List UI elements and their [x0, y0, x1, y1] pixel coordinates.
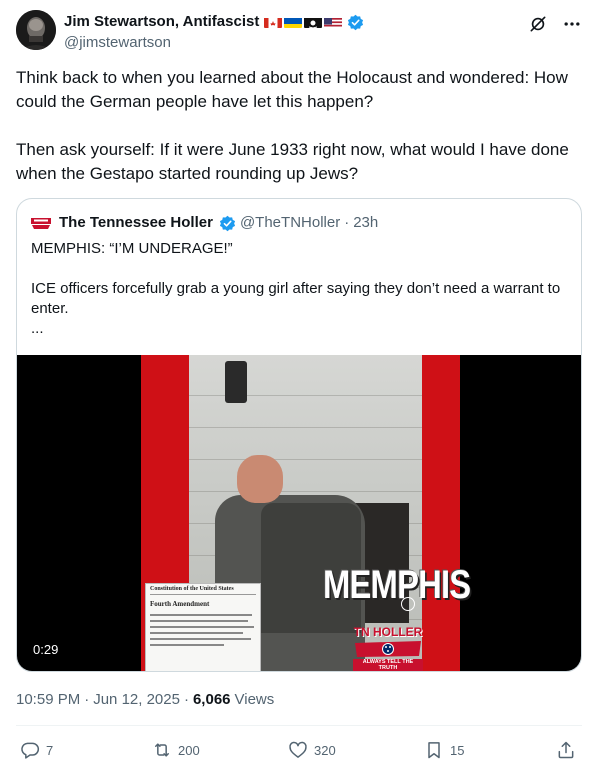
- quoted-author-handle[interactable]: @TheTNHoller: [240, 213, 340, 233]
- divider: [16, 725, 582, 726]
- pirate-flag-icon: [304, 16, 323, 28]
- quoted-body: MEMPHIS: “I’M UNDERAGE!” ICE officers fo…: [31, 239, 571, 339]
- video-player[interactable]: Constitution of the United States Fourth…: [17, 355, 581, 671]
- porch-lamp: [225, 361, 247, 403]
- location-marker-icon: [401, 597, 415, 611]
- heart-icon: [289, 741, 307, 758]
- canada-flag-icon: [264, 16, 283, 28]
- watermark-tagline: ALWAYS TELL THE TRUTH: [353, 659, 423, 671]
- tennessee-holler-avatar[interactable]: [31, 213, 51, 233]
- bookmark-button[interactable]: 15: [424, 740, 464, 760]
- reply-count: 7: [46, 742, 54, 758]
- views-count: 6,066: [192, 691, 231, 708]
- separator-dot: ·: [344, 214, 350, 231]
- quoted-author-name[interactable]: The Tennessee Holler: [59, 213, 213, 233]
- tweet-paragraph: Then ask yourself: If it were June 1933 …: [16, 140, 569, 183]
- constitution-overlay: Constitution of the United States Fourth…: [145, 583, 261, 671]
- tweet-header: Jim Stewartson, Antifascist @jimstewarts…: [16, 10, 582, 56]
- tweet-meta: 10:59 PM · Jun 12, 2025 · 6,066 Views: [16, 690, 274, 710]
- tweet-paragraph: Think back to when you learned about the…: [16, 68, 568, 111]
- watermark-text: TN HOLLER: [353, 625, 423, 639]
- quoted-ellipsis: ...: [31, 320, 44, 337]
- repost-button[interactable]: 200: [152, 740, 200, 760]
- separator-dot: ·: [183, 691, 189, 708]
- usa-flag-icon: [324, 16, 343, 28]
- tweet-date[interactable]: Jun 12, 2025: [93, 690, 180, 710]
- like-button[interactable]: 320: [288, 740, 336, 760]
- separator-dot: ·: [84, 691, 90, 708]
- reply-icon: [21, 742, 40, 759]
- video-red-border-right: [422, 355, 460, 671]
- share-icon: [558, 741, 574, 759]
- action-bar: 7 200 320 15: [16, 740, 582, 764]
- more-options-icon[interactable]: [562, 14, 582, 34]
- repost-count: 200: [178, 742, 200, 758]
- tn-holler-watermark: TN HOLLER ALWAYS TELL THE TRUTH: [353, 625, 423, 671]
- author-display-name[interactable]: Jim Stewartson, Antifascist: [64, 12, 259, 32]
- bookmark-icon: [428, 742, 440, 759]
- video-duration: 0:29: [33, 642, 59, 657]
- constitution-title: Constitution of the United States: [150, 586, 256, 595]
- tweet-body: Think back to when you learned about the…: [16, 66, 582, 186]
- views-label: Views: [234, 691, 275, 708]
- quoted-line: MEMPHIS: “I’M UNDERAGE!”: [31, 240, 233, 257]
- quoted-tweet[interactable]: The Tennessee Holler @TheTNHoller · 23h …: [16, 198, 582, 672]
- ukraine-flag-icon: [284, 16, 303, 28]
- share-button[interactable]: [556, 740, 576, 760]
- author-handle[interactable]: @jimstewartson: [64, 33, 364, 53]
- tweet-time[interactable]: 10:59 PM: [16, 690, 80, 710]
- amendment-heading: Fourth Amendment: [150, 600, 210, 608]
- like-count: 320: [314, 742, 336, 758]
- quoted-line: ICE officers forcefully grab a young gir…: [31, 280, 561, 317]
- grok-icon[interactable]: [528, 14, 548, 34]
- bookmark-count: 15: [450, 742, 465, 758]
- tennessee-map-icon: [355, 641, 421, 657]
- repost-icon: [155, 743, 169, 757]
- quoted-timestamp[interactable]: 23h: [353, 213, 378, 233]
- verified-badge-icon: [219, 215, 236, 232]
- reply-button[interactable]: 7: [20, 740, 53, 760]
- avatar[interactable]: [16, 10, 56, 50]
- memphis-overlay-text: MEMPHIS: [323, 563, 471, 607]
- verified-badge-icon: [347, 14, 364, 31]
